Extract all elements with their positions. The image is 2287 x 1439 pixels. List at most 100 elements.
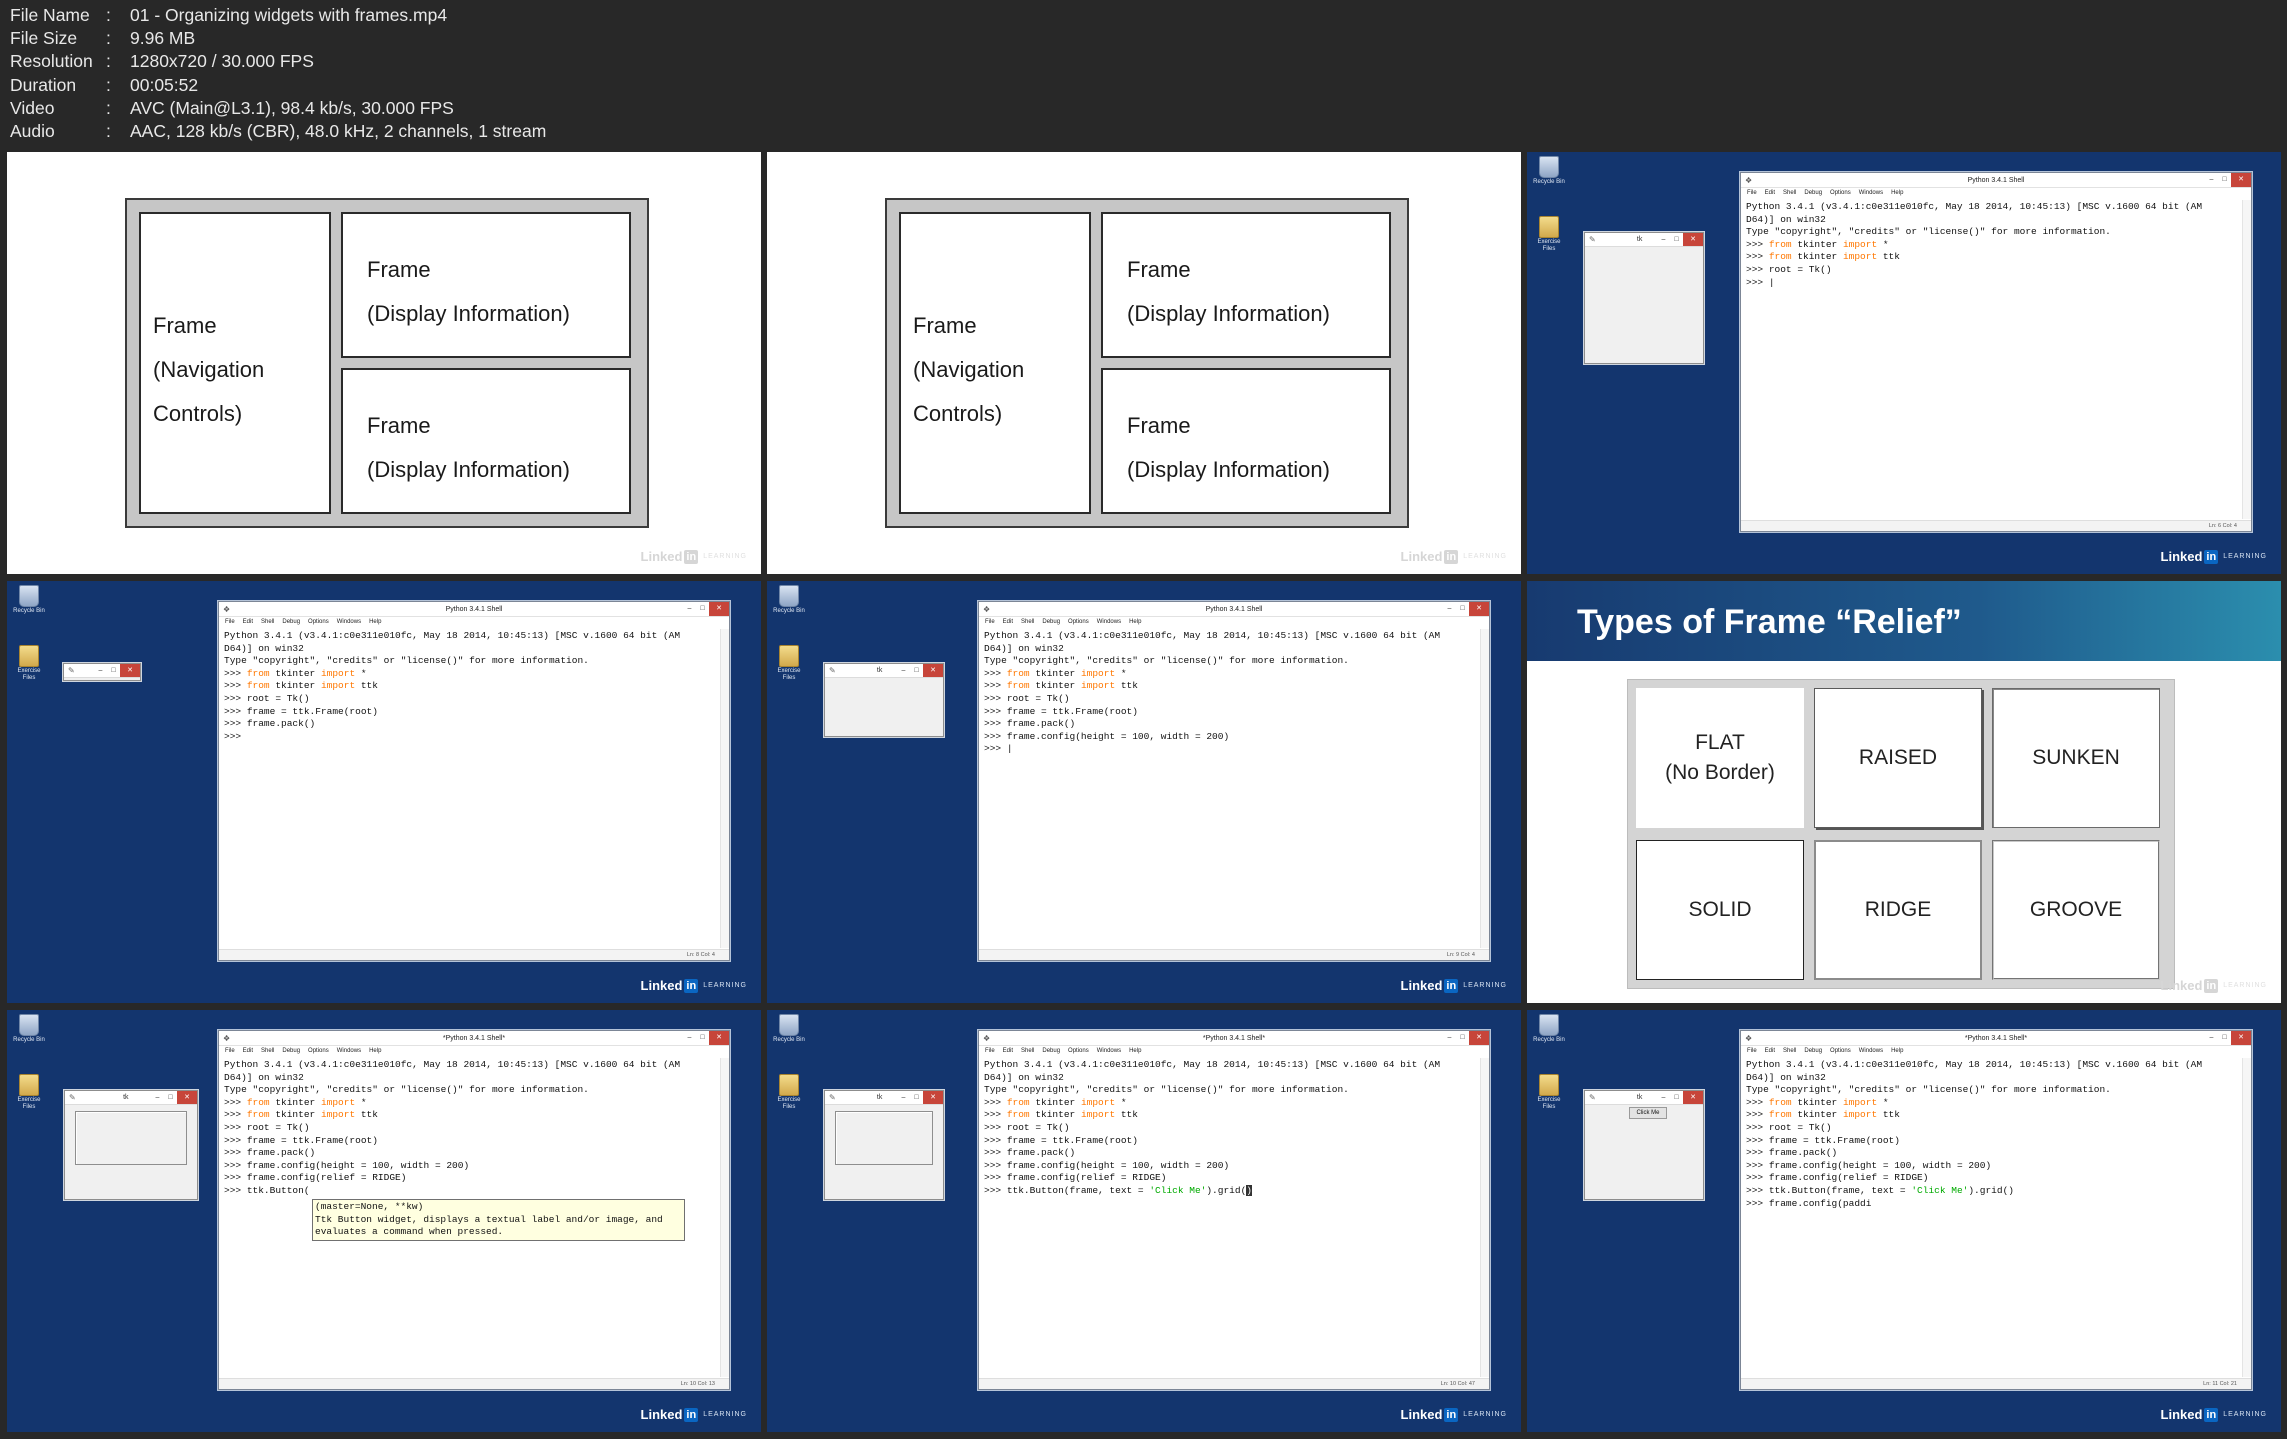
recycle-bin-desktop-icon[interactable]: Recycle Bin — [771, 1014, 807, 1044]
tk-window[interactable]: ✎ tk – □ ✕ — [824, 1090, 944, 1200]
menu-item-file[interactable]: File — [225, 1046, 235, 1057]
maximize-button[interactable]: □ — [164, 1091, 177, 1104]
recycle-bin-desktop-icon[interactable]: Recycle Bin — [11, 1014, 47, 1044]
maximize-button[interactable]: □ — [2218, 173, 2231, 187]
recycle-bin-desktop-icon[interactable]: Recycle Bin — [11, 585, 47, 615]
shell-titlebar[interactable]: ❖ *Python 3.4.1 Shell* – □ ✕ — [219, 1031, 729, 1046]
menu-item-edit[interactable]: Edit — [1003, 617, 1013, 628]
tk-window[interactable]: ✎ – □ ✕ — [63, 663, 141, 681]
exercise-files-desktop-icon[interactable]: Exercise Files — [1531, 216, 1567, 253]
shell-output[interactable]: Python 3.4.1 (v3.4.1:c0e311e010fc, May 1… — [984, 630, 1475, 756]
exercise-files-desktop-icon[interactable]: Exercise Files — [1531, 1074, 1567, 1111]
click-me-button[interactable]: Click Me — [1629, 1107, 1667, 1119]
maximize-button[interactable]: □ — [910, 1091, 923, 1104]
maximize-button[interactable]: □ — [2218, 1031, 2231, 1045]
python-shell-window[interactable]: ❖ Python 3.4.1 Shell – □ ✕ File Edit Shell Debu… — [218, 601, 730, 961]
shell-output[interactable]: Python 3.4.1 (v3.4.1:c0e311e010fc, May 1… — [1746, 201, 2237, 289]
maximize-button[interactable]: □ — [1456, 602, 1469, 616]
shell-scrollbar[interactable] — [1480, 629, 1489, 948]
menu-item-options[interactable]: Options — [1068, 617, 1089, 628]
menu-item-debug[interactable]: Debug — [1804, 1046, 1822, 1057]
shell-titlebar[interactable]: ❖ *Python 3.4.1 Shell* – □ ✕ — [1741, 1031, 2251, 1046]
shell-titlebar[interactable]: ❖ Python 3.4.1 Shell – □ ✕ — [1741, 173, 2251, 188]
shell-scrollbar[interactable] — [2242, 1058, 2251, 1377]
shell-output[interactable]: Python 3.4.1 (v3.4.1:c0e311e010fc, May 1… — [984, 1059, 1475, 1198]
python-shell-window[interactable]: ❖ *Python 3.4.1 Shell* – □ ✕ File Edit Shell De… — [218, 1030, 730, 1390]
shell-titlebar[interactable]: ❖ *Python 3.4.1 Shell* – □ ✕ — [979, 1031, 1489, 1046]
exercise-files-desktop-icon[interactable]: Exercise Files — [11, 645, 47, 682]
shell-titlebar[interactable]: ❖ Python 3.4.1 Shell – □ ✕ — [979, 602, 1489, 617]
menu-item-edit[interactable]: Edit — [1765, 1046, 1775, 1057]
maximize-button[interactable]: □ — [696, 1031, 709, 1045]
python-shell-window[interactable]: ❖ *Python 3.4.1 Shell* – □ ✕ File Edit Shell De… — [978, 1030, 1490, 1390]
menu-item-edit[interactable]: Edit — [243, 617, 253, 628]
close-button[interactable]: ✕ — [923, 1091, 943, 1104]
minimize-button[interactable]: – — [897, 664, 910, 677]
menu-item-file[interactable]: File — [985, 1046, 995, 1057]
close-button[interactable]: ✕ — [2231, 173, 2251, 187]
close-button[interactable]: ✕ — [709, 602, 729, 616]
menu-item-debug[interactable]: Debug — [282, 617, 300, 628]
close-button[interactable]: ✕ — [177, 1091, 197, 1104]
menu-item-edit[interactable]: Edit — [243, 1046, 253, 1057]
tk-titlebar[interactable]: ✎ tk – □ ✕ — [1585, 233, 1703, 247]
minimize-button[interactable]: – — [683, 602, 696, 616]
menu-item-help[interactable]: Help — [369, 1046, 381, 1057]
menu-item-help[interactable]: Help — [1129, 617, 1141, 628]
menu-item-file[interactable]: File — [1747, 1046, 1757, 1057]
maximize-button[interactable]: □ — [1670, 1091, 1683, 1104]
menu-item-options[interactable]: Options — [1830, 188, 1851, 199]
minimize-button[interactable]: – — [897, 1091, 910, 1104]
recycle-bin-desktop-icon[interactable]: Recycle Bin — [1531, 156, 1567, 186]
shell-titlebar[interactable]: ❖ Python 3.4.1 Shell – □ ✕ — [219, 602, 729, 617]
menu-item-shell[interactable]: Shell — [261, 617, 274, 628]
tk-window[interactable]: ✎ tk – □ ✕ — [824, 663, 944, 737]
menu-item-options[interactable]: Options — [1830, 1046, 1851, 1057]
tk-window[interactable]: ✎ tk – □ ✕ — [1584, 232, 1704, 364]
menu-item-shell[interactable]: Shell — [261, 1046, 274, 1057]
maximize-button[interactable]: □ — [107, 664, 120, 677]
menu-item-options[interactable]: Options — [1068, 1046, 1089, 1057]
menu-item-help[interactable]: Help — [1129, 1046, 1141, 1057]
menu-item-file[interactable]: File — [1747, 188, 1757, 199]
menu-item-windows[interactable]: Windows — [1859, 1046, 1883, 1057]
minimize-button[interactable]: – — [2205, 1031, 2218, 1045]
close-button[interactable]: ✕ — [120, 664, 140, 677]
tk-titlebar[interactable]: ✎ tk – □ ✕ — [1585, 1091, 1703, 1105]
maximize-button[interactable]: □ — [910, 664, 923, 677]
minimize-button[interactable]: – — [2205, 173, 2218, 187]
shell-scrollbar[interactable] — [2242, 200, 2251, 519]
minimize-button[interactable]: – — [683, 1031, 696, 1045]
maximize-button[interactable]: □ — [1670, 233, 1683, 246]
maximize-button[interactable]: □ — [1456, 1031, 1469, 1045]
menu-item-debug[interactable]: Debug — [1804, 188, 1822, 199]
tk-window[interactable]: ✎ tk – □ ✕ Click Me — [1584, 1090, 1704, 1200]
menu-item-options[interactable]: Options — [308, 1046, 329, 1057]
python-shell-window[interactable]: ❖ Python 3.4.1 Shell – □ ✕ File Edit Shell Debu… — [1740, 172, 2252, 532]
shell-output[interactable]: Python 3.4.1 (v3.4.1:c0e311e010fc, May 1… — [1746, 1059, 2237, 1210]
menu-item-debug[interactable]: Debug — [1042, 617, 1060, 628]
minimize-button[interactable]: – — [1443, 1031, 1456, 1045]
shell-output[interactable]: Python 3.4.1 (v3.4.1:c0e311e010fc, May 1… — [224, 630, 715, 743]
minimize-button[interactable]: – — [94, 664, 107, 677]
menu-item-options[interactable]: Options — [308, 617, 329, 628]
menu-item-shell[interactable]: Shell — [1021, 617, 1034, 628]
close-button[interactable]: ✕ — [1683, 1091, 1703, 1104]
recycle-bin-desktop-icon[interactable]: Recycle Bin — [1531, 1014, 1567, 1044]
menu-item-debug[interactable]: Debug — [1042, 1046, 1060, 1057]
exercise-files-desktop-icon[interactable]: Exercise Files — [11, 1074, 47, 1111]
tk-titlebar[interactable]: ✎ tk – □ ✕ — [65, 1091, 197, 1105]
tk-titlebar[interactable]: ✎ tk – □ ✕ — [825, 1091, 943, 1105]
menu-item-windows[interactable]: Windows — [1097, 617, 1121, 628]
menu-item-windows[interactable]: Windows — [1097, 1046, 1121, 1057]
menu-item-help[interactable]: Help — [369, 617, 381, 628]
python-shell-window[interactable]: ❖ Python 3.4.1 Shell – □ ✕ File Edit Shell Debu… — [978, 601, 1490, 961]
maximize-button[interactable]: □ — [696, 602, 709, 616]
menu-item-file[interactable]: File — [225, 617, 235, 628]
menu-item-windows[interactable]: Windows — [337, 1046, 361, 1057]
tk-window[interactable]: ✎ tk – □ ✕ — [64, 1090, 198, 1200]
menu-item-shell[interactable]: Shell — [1783, 1046, 1796, 1057]
menu-item-shell[interactable]: Shell — [1021, 1046, 1034, 1057]
close-button[interactable]: ✕ — [1469, 602, 1489, 616]
close-button[interactable]: ✕ — [1683, 233, 1703, 246]
